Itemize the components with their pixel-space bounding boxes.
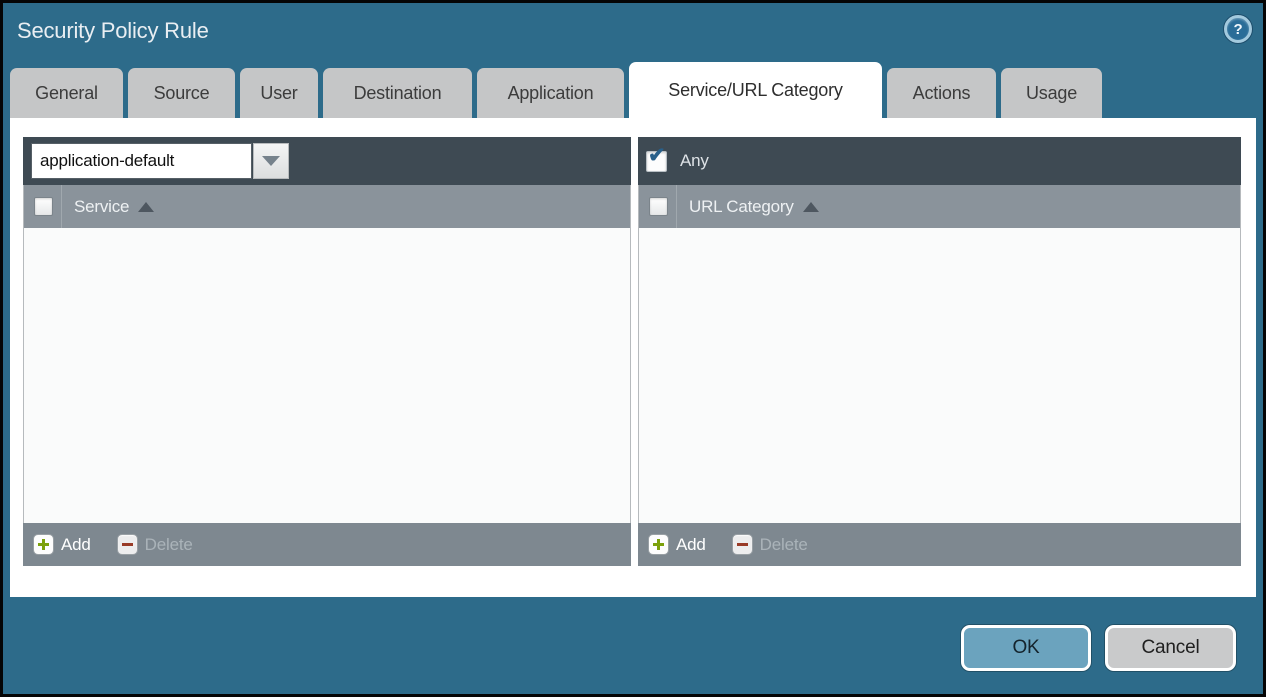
add-plus-icon xyxy=(33,534,54,555)
tab-strip: General Source User Destination Applicat… xyxy=(10,62,1102,118)
dialog-title: Security Policy Rule xyxy=(17,18,209,44)
service-list[interactable] xyxy=(23,228,631,523)
service-select-all-cell xyxy=(24,185,62,228)
service-panel: Service Add Delete xyxy=(23,137,631,566)
url-category-select-all-checkbox[interactable] xyxy=(649,197,668,216)
service-delete-button[interactable]: Delete xyxy=(117,534,193,555)
service-panel-footer: Add Delete xyxy=(23,523,631,566)
tab-general[interactable]: General xyxy=(10,68,123,118)
url-category-column-label: URL Category xyxy=(689,197,794,217)
delete-minus-icon xyxy=(732,534,753,555)
service-panel-toolbar xyxy=(23,137,631,185)
any-label[interactable]: Any xyxy=(680,151,709,171)
tab-usage[interactable]: Usage xyxy=(1001,68,1102,118)
url-category-add-label: Add xyxy=(676,535,706,555)
url-category-column-header-row: URL Category xyxy=(638,185,1241,228)
add-plus-icon xyxy=(648,534,669,555)
cancel-button[interactable]: Cancel xyxy=(1105,625,1236,671)
sort-ascending-icon xyxy=(803,202,819,212)
service-select-all-checkbox[interactable] xyxy=(34,197,53,216)
ok-button[interactable]: OK xyxy=(961,625,1091,671)
help-glyph: ? xyxy=(1234,21,1243,38)
tab-actions[interactable]: Actions xyxy=(887,68,996,118)
tab-source[interactable]: Source xyxy=(128,68,235,118)
url-category-select-all-cell xyxy=(639,185,677,228)
sort-ascending-icon xyxy=(138,202,154,212)
tab-content: Service Add Delete ✔ xyxy=(10,118,1256,597)
tab-user[interactable]: User xyxy=(240,68,318,118)
url-category-panel-footer: Add Delete xyxy=(638,523,1241,566)
service-add-button[interactable]: Add xyxy=(33,534,91,555)
url-category-delete-button[interactable]: Delete xyxy=(732,534,808,555)
security-policy-rule-dialog: Security Policy Rule ? General Source Us… xyxy=(0,0,1266,697)
service-column-label: Service xyxy=(74,197,129,217)
url-category-add-button[interactable]: Add xyxy=(648,534,706,555)
url-category-delete-label: Delete xyxy=(760,535,808,555)
service-column-header-row: Service xyxy=(23,185,631,228)
url-category-column-header[interactable]: URL Category xyxy=(677,185,819,228)
checkmark-icon: ✔ xyxy=(648,145,665,166)
tab-service-url-category[interactable]: Service/URL Category xyxy=(629,62,882,118)
service-type-dropdown-button[interactable] xyxy=(253,143,289,179)
service-add-label: Add xyxy=(61,535,91,555)
url-category-panel: ✔ Any URL Category Add xyxy=(638,137,1241,566)
chevron-down-icon xyxy=(262,156,280,166)
tab-application[interactable]: Application xyxy=(477,68,624,118)
service-column-header[interactable]: Service xyxy=(62,185,154,228)
tab-destination[interactable]: Destination xyxy=(323,68,472,118)
url-category-list[interactable] xyxy=(638,228,1241,523)
help-icon[interactable]: ? xyxy=(1224,15,1252,43)
service-type-input[interactable] xyxy=(31,143,252,179)
any-checkbox[interactable]: ✔ xyxy=(646,151,667,172)
url-category-panel-toolbar: ✔ Any xyxy=(638,137,1241,185)
service-delete-label: Delete xyxy=(145,535,193,555)
delete-minus-icon xyxy=(117,534,138,555)
